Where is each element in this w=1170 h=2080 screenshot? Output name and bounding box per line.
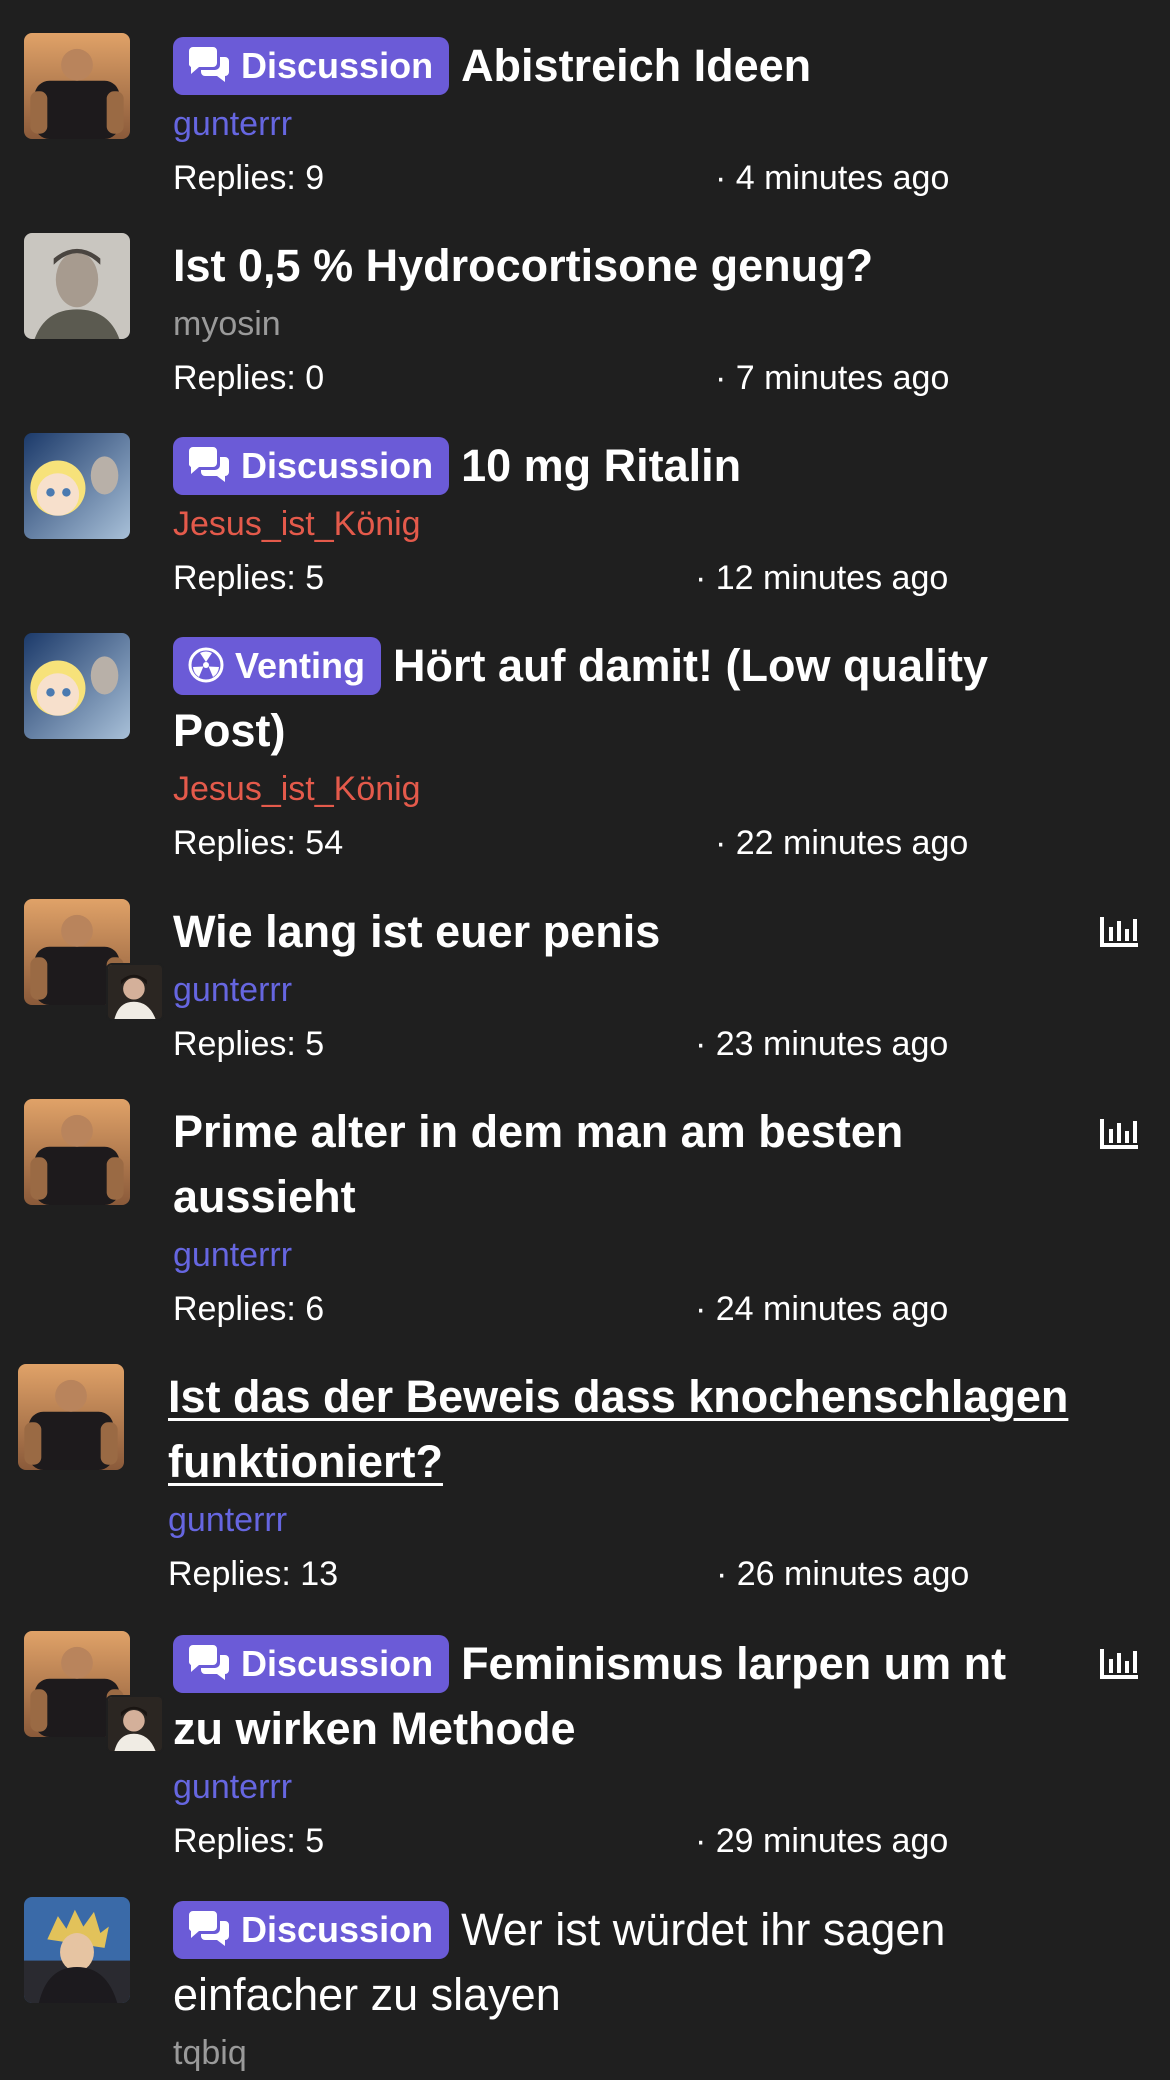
thread-author[interactable]: gunterrr [173,100,1130,148]
avatar[interactable] [24,1099,130,1205]
thread-meta: Replies: 13 · 26 minutes ago [168,1544,1130,1604]
last-activity-time[interactable]: · 29 minutes ago [695,1811,948,1871]
thread-title[interactable]: Discussion Wer ist würdet ihr sagen einfa… [173,1897,1053,2027]
thread-title[interactable]: Venting Hört auf damit! (Low quality Post… [173,633,1053,763]
last-activity-time[interactable]: · 23 minutes ago [695,1014,948,1074]
thread-title[interactable]: Ist das der Beweis dass knochenschlagen … [168,1364,1148,1494]
thread-author[interactable]: gunterrr [168,1496,1130,1544]
last-activity-time[interactable]: · 24 minutes ago [695,1279,948,1339]
reply-count: Replies: 5 [173,559,325,597]
thread-author[interactable]: tqbiq [173,2029,1130,2077]
thread-meta: Replies: 0 · 7 minutes ago [173,348,1130,408]
thread-title[interactable]: Ist 0,5 % Hydrocortisone genug? [173,233,1053,298]
reply-count: Replies: 5 [173,1025,325,1063]
thread-title[interactable]: Wie lang ist euer penis [173,899,1053,964]
last-poster-avatar[interactable] [106,1695,164,1753]
reply-count: Replies: 0 [173,359,325,397]
reply-count: Replies: 54 [173,824,344,862]
reply-count: Replies: 6 [173,1290,325,1328]
poll-icon [1098,913,1140,949]
avatar[interactable] [24,33,130,139]
reply-count: Replies: 13 [168,1555,339,1593]
thread-title[interactable]: Discussion Abistreich Ideen [173,33,1053,98]
thread-meta: Replies: 5 · 23 minutes ago [173,1014,1130,1074]
thread-meta: Replies: 5 · 29 minutes ago [173,1811,1130,1871]
prefix-badge[interactable]: Discussion [173,1901,450,1959]
last-activity-time[interactable]: · 26 minutes ago [716,1544,969,1604]
avatar[interactable] [24,433,130,539]
thread-title[interactable]: Discussion Feminismus larpen um nt zu wir… [173,1631,1053,1761]
chat-bubbles-icon [187,1645,231,1681]
thread-author[interactable]: gunterrr [173,1231,1130,1279]
poll-icon [1098,1645,1140,1681]
thread-meta: Replies: 9 · 4 minutes ago [173,148,1130,208]
thread-author[interactable]: gunterrr [173,1763,1130,1811]
thread-author[interactable]: Jesus_ist_König [173,500,1130,548]
last-activity-time[interactable]: · 22 minutes ago [715,813,968,873]
last-activity-time[interactable]: · 4 minutes ago [715,148,949,208]
thread-list: Discussion Abistreich Ideen gunterrr Repl… [0,0,1170,2080]
thread-meta: Replies: 5 · 12 minutes ago [173,548,1130,608]
thread-title[interactable]: Prime alter in dem man am besten aussieh… [173,1099,1053,1229]
thread-meta: Replies: 6 · 24 minutes ago [173,1279,1130,1339]
prefix-badge[interactable]: Discussion [173,437,450,495]
reply-count: Replies: 5 [173,1822,325,1860]
chat-bubbles-icon [187,47,231,83]
thread-author[interactable]: myosin [173,300,1130,348]
radiation-icon [187,647,225,683]
last-activity-time[interactable]: · 7 minutes ago [715,348,949,408]
thread-author[interactable]: gunterrr [173,966,1130,1014]
prefix-badge[interactable]: Venting [173,637,382,695]
thread-title[interactable]: Discussion 10 mg Ritalin [173,433,1053,498]
last-poster-avatar[interactable] [106,963,164,1021]
thread-author[interactable]: Jesus_ist_König [173,765,1130,813]
chat-bubbles-icon [187,447,231,483]
avatar[interactable] [18,1364,124,1470]
avatar[interactable] [24,1897,130,2003]
prefix-badge[interactable]: Discussion [173,1635,450,1693]
avatar[interactable] [24,233,130,339]
thread-meta: Replies: 54 · 22 minutes ago [173,813,1130,873]
reply-count: Replies: 9 [173,159,325,197]
last-activity-time[interactable]: · 12 minutes ago [695,548,948,608]
chat-bubbles-icon [187,1911,231,1947]
avatar[interactable] [24,633,130,739]
prefix-badge[interactable]: Discussion [173,37,450,95]
poll-icon [1098,1115,1140,1151]
